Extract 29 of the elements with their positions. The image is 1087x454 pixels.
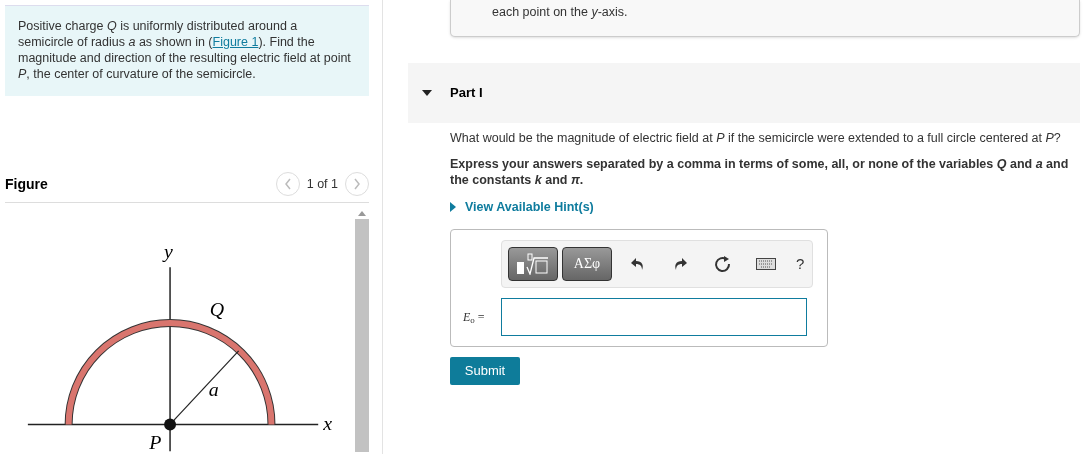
keyboard-icon[interactable]: [756, 257, 776, 270]
figure-title: Figure: [5, 174, 48, 194]
instruction-text: Express your answers separated by a comma in terms of some, all, or none of the variables Q and a and the constants k and π.: [450, 156, 1070, 188]
scroll-up-icon[interactable]: [358, 211, 366, 216]
question-text: What would be the magnitude of electric field at P if the semicircle were extended to a full circle centered at P?: [450, 131, 1062, 146]
figure-link[interactable]: Figure 1: [212, 35, 259, 49]
part-header[interactable]: Part I: [408, 63, 1080, 123]
answer-label: E$_{o}$ =: [462, 308, 486, 326]
a-label: a: [208, 377, 219, 400]
problem-text: Positive charge Q is uniformly distributed around a semicircle of radius a as shown in (Figure 1). Find the magnitude and direction of the resulting electric field at point P, the center of curvature of the semicircle.: [18, 18, 352, 82]
caret-icon: [422, 88, 432, 98]
hint-text: each point on the y-axis.: [492, 4, 628, 22]
reset-icon[interactable]: [714, 254, 732, 273]
help-button[interactable]: ?: [796, 252, 805, 275]
hints-link[interactable]: View Available Hint(s): [450, 198, 1076, 217]
answer-field[interactable]: [501, 297, 807, 336]
x-label: x: [323, 412, 332, 435]
submit-button[interactable]: Submit: [450, 356, 520, 385]
chevron-left-icon: [283, 178, 292, 190]
fraction-root-icon: [515, 252, 551, 275]
p-label: P: [149, 431, 162, 452]
q-label: Q: [209, 298, 225, 321]
template-button[interactable]: [508, 246, 558, 281]
point-dot: [164, 418, 176, 431]
y-label: y: [164, 240, 173, 263]
chevron-right-icon: [353, 178, 361, 190]
symbols-button[interactable]: ΑΣφ: [562, 246, 612, 281]
page-counter: 1 of 1: [306, 175, 338, 193]
caret-icon: [450, 202, 456, 213]
